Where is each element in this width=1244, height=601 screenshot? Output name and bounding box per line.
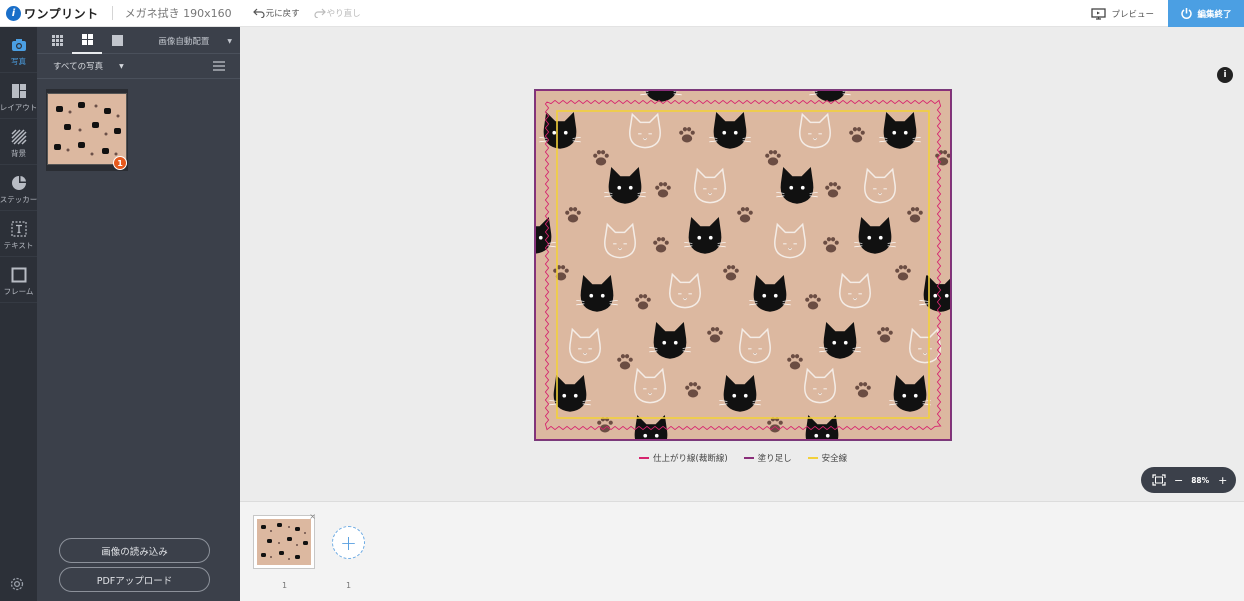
design-canvas[interactable]	[534, 89, 952, 441]
grid-medium-icon	[81, 33, 93, 45]
zoom-in-button[interactable]: +	[1218, 474, 1227, 487]
tool-rail: 写真 レイアウト 背景 ステッカー テキスト フレーム	[0, 27, 37, 601]
logo-text: ワンプリント	[24, 6, 99, 21]
zoom-level: 88%	[1191, 475, 1210, 485]
rail-item-photo[interactable]: 写真	[0, 27, 37, 73]
chevron-down-icon: ▼	[119, 62, 124, 70]
rail-item-layout[interactable]: レイアウト	[0, 73, 37, 119]
photo-panel: 画像自動配置 ▼ すべての写真 ▼ 1 画像の読み込み PDFアップロード	[37, 27, 240, 601]
grid-small-icon	[51, 34, 63, 46]
page-number: 1	[282, 581, 288, 590]
frame-icon	[11, 267, 26, 283]
grid-large-icon	[111, 34, 123, 46]
layout-icon	[11, 84, 26, 98]
guide-legend: 仕上がり線(裁断線) 塗り足し 安全線	[639, 452, 863, 464]
text-icon	[10, 221, 27, 237]
page-thumbnail-image	[257, 519, 311, 565]
add-page-button[interactable]: +	[332, 526, 365, 559]
legend-item-safe-line: 安全線	[807, 452, 848, 464]
cat-pattern-page-thumb	[257, 519, 311, 565]
rail-label: ステッカー	[0, 195, 38, 204]
legend-label: 仕上がり線(裁断線)	[653, 454, 728, 464]
preview-label: プレビュー	[1111, 9, 1154, 20]
photo-filter-label: すべての写真	[53, 62, 104, 72]
preview-button[interactable]: プレビュー	[1091, 0, 1154, 27]
load-images-button[interactable]: 画像の読み込み	[59, 538, 210, 563]
legend-swatch	[743, 457, 754, 459]
legend-item-trim-line: 仕上がり線(裁断線)	[639, 452, 728, 464]
legend-label: 安全線	[821, 454, 848, 464]
panel-tabs: 画像自動配置 ▼	[37, 27, 240, 54]
background-icon	[10, 129, 27, 145]
legend-swatch	[639, 457, 649, 459]
sticker-icon	[11, 176, 26, 190]
cat-pattern-thumb	[48, 94, 126, 164]
page-strip: × + 1 1	[240, 501, 1244, 601]
rail-item-background[interactable]: 背景	[0, 119, 37, 165]
tab-grid-large[interactable]	[102, 27, 132, 54]
monitor-icon	[1091, 7, 1107, 20]
pdf-upload-button[interactable]: PDFアップロード	[59, 567, 210, 592]
auto-layout-dropdown[interactable]: 画像自動配置 ▼	[158, 35, 232, 47]
app-logo[interactable]: i ワンプリント	[6, 5, 99, 22]
finish-editing-button[interactable]: 編集終了	[1168, 0, 1244, 27]
finish-label: 編集終了	[1197, 9, 1232, 20]
rail-item-frame[interactable]: フレーム	[0, 257, 37, 303]
redo-icon	[314, 8, 326, 18]
menu-icon[interactable]	[213, 61, 225, 71]
redo-label: やり直し	[326, 9, 361, 19]
camera-icon	[11, 39, 26, 51]
delete-page-icon[interactable]: ×	[309, 512, 316, 521]
usage-count-badge: 1	[113, 156, 127, 170]
gear-icon[interactable]	[9, 576, 25, 592]
legend-label: 塗り足し	[757, 454, 792, 464]
tab-grid-small[interactable]	[42, 27, 72, 54]
document-title: メガネ拭き 190x160	[124, 7, 232, 20]
tab-grid-medium[interactable]	[72, 27, 102, 54]
undo-icon	[252, 8, 265, 18]
rail-item-text[interactable]: テキスト	[0, 211, 37, 257]
redo-button[interactable]: やり直し	[314, 7, 361, 19]
power-icon	[1181, 8, 1193, 19]
fit-to-screen-icon[interactable]	[1152, 474, 1166, 486]
rail-label: フレーム	[3, 287, 34, 296]
rail-label: 背景	[11, 149, 26, 158]
legend-item-bleed: 塗り足し	[743, 452, 792, 464]
page-number: 1	[346, 581, 352, 590]
cat-pattern-artwork	[535, 90, 951, 440]
divider	[111, 6, 113, 20]
photo-thumbnail[interactable]: 1	[46, 89, 128, 171]
rail-label: 写真	[11, 57, 26, 66]
zoom-out-button[interactable]: −	[1174, 474, 1183, 487]
rail-label: レイアウト	[0, 103, 38, 112]
page-thumbnail[interactable]: ×	[253, 512, 316, 569]
rail-item-sticker[interactable]: ステッカー	[0, 165, 37, 211]
photo-thumbnail-image	[47, 93, 127, 165]
logo-mark-icon: i	[6, 5, 21, 21]
zoom-control: − 88% +	[1141, 467, 1236, 493]
rail-label: テキスト	[3, 241, 34, 250]
photo-filter-dropdown[interactable]: すべての写真 ▼	[37, 54, 240, 79]
legend-swatch	[807, 457, 818, 459]
undo-label: 元に戻す	[265, 9, 300, 19]
canvas-area[interactable]: i 仕上がり線(裁断線) 塗り足し 安全線 − 88% +	[240, 27, 1244, 501]
top-bar: i ワンプリント メガネ拭き 190x160 元に戻す やり直し プレビュー 編…	[0, 0, 1244, 27]
auto-layout-label: 画像自動配置	[158, 37, 210, 47]
chevron-down-icon: ▼	[227, 37, 232, 45]
info-icon[interactable]: i	[1217, 67, 1233, 83]
undo-button[interactable]: 元に戻す	[252, 7, 300, 19]
